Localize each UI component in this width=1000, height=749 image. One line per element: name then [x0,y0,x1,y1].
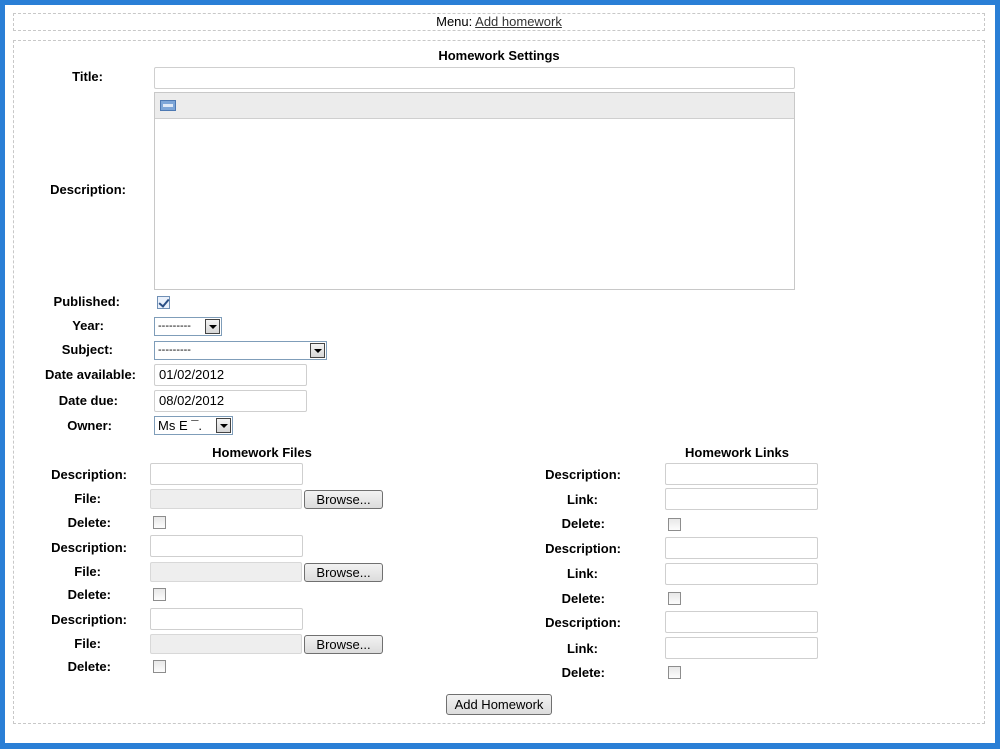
link-1-delete-checkbox[interactable] [668,518,681,531]
date-available-label: Date available: [44,367,136,382]
file-3-path-input[interactable] [150,634,302,654]
file-1-description-input[interactable] [150,463,303,485]
file-2-description-input[interactable] [150,535,303,557]
link-1-delete-label: Delete: [561,516,605,531]
chevron-down-icon [310,343,325,358]
title-label: Title: [72,69,103,84]
add-homework-link[interactable]: Add homework [475,14,562,29]
link-1-description-input[interactable] [665,463,818,485]
homework-links-heading: Homework Links [684,445,790,460]
add-homework-button[interactable]: Add Homework [446,694,552,715]
file-2-delete-label: Delete: [67,587,111,602]
link-3-description-label: Description: [545,615,621,630]
file-2-description-label: Description: [51,540,127,555]
date-due-input[interactable]: 08/02/2012 [154,390,307,412]
owner-label: Owner: [67,418,112,433]
file-1-file-label: File: [74,491,101,506]
link-1-url-input[interactable] [665,488,818,510]
editor-toolbar [155,93,794,119]
year-select[interactable]: --------- [154,317,222,336]
published-label: Published: [53,294,120,309]
description-label: Description: [50,182,126,197]
file-2-path-input[interactable] [150,562,302,582]
published-checkbox[interactable] [157,296,170,309]
file-3-file-label: File: [74,636,101,651]
link-3-description-input[interactable] [665,611,818,633]
file-1-delete-label: Delete: [67,515,111,530]
owner-select[interactable]: Ms E ¯. [154,416,233,435]
subject-selected-value: --------- [158,344,191,356]
link-1-description-label: Description: [545,467,621,482]
link-3-delete-label: Delete: [561,665,605,680]
menu-label: Menu: [436,14,473,29]
menu-bar: Menu: Add homework [13,13,985,31]
file-2-browse-button[interactable]: Browse... [304,563,383,582]
link-2-delete-label: Delete: [561,591,605,606]
link-3-delete-checkbox[interactable] [668,666,681,679]
file-1-description-label: Description: [51,467,127,482]
link-2-link-label: Link: [566,566,598,581]
file-3-delete-checkbox[interactable] [153,660,166,673]
link-2-delete-checkbox[interactable] [668,592,681,605]
link-2-description-label: Description: [545,541,621,556]
html-source-icon[interactable] [160,100,176,111]
date-available-input[interactable]: 01/02/2012 [154,364,307,386]
file-3-description-input[interactable] [150,608,303,630]
link-1-link-label: Link: [566,492,598,507]
title-input[interactable] [154,67,795,89]
owner-selected-value: Ms E ¯. [158,418,203,433]
subject-label: Subject: [61,342,113,357]
homework-settings-heading: Homework Settings [438,48,560,63]
file-2-delete-checkbox[interactable] [153,588,166,601]
file-3-browse-button[interactable]: Browse... [304,635,383,654]
file-2-file-label: File: [74,564,101,579]
description-editor[interactable] [154,92,795,290]
homework-files-heading: Homework Files [212,445,312,460]
link-3-link-label: Link: [566,641,598,656]
link-2-url-input[interactable] [665,563,818,585]
file-3-description-label: Description: [51,612,127,627]
file-1-path-input[interactable] [150,489,302,509]
year-label: Year: [72,318,104,333]
link-3-url-input[interactable] [665,637,818,659]
year-selected-value: --------- [158,320,191,332]
chevron-down-icon [205,319,220,334]
chevron-down-icon [216,418,231,433]
file-1-delete-checkbox[interactable] [153,516,166,529]
subject-select[interactable]: --------- [154,341,327,360]
date-due-label: Date due: [58,393,118,408]
link-2-description-input[interactable] [665,537,818,559]
file-3-delete-label: Delete: [67,659,111,674]
file-1-browse-button[interactable]: Browse... [304,490,383,509]
